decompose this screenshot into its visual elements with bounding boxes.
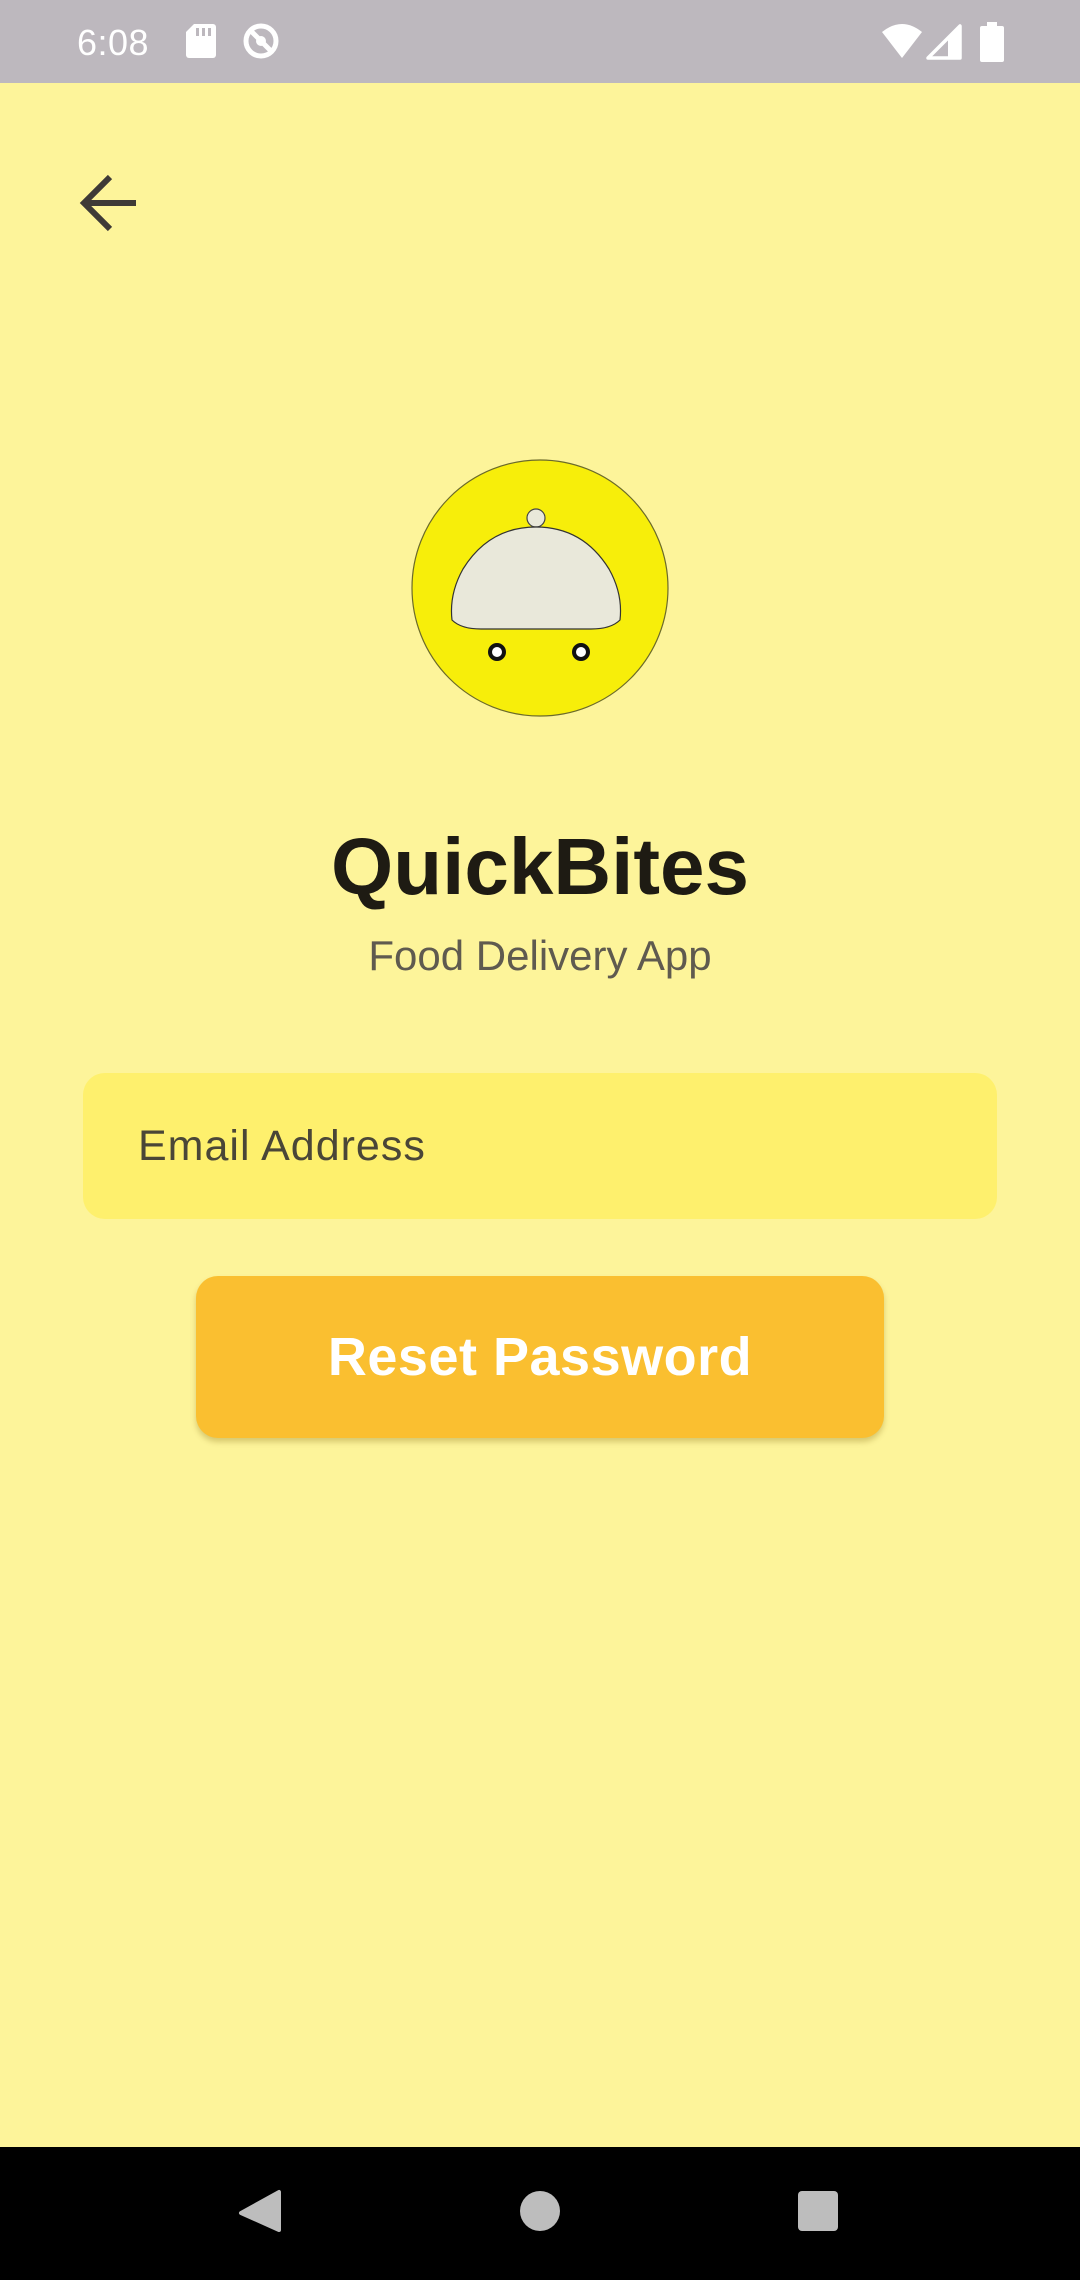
system-nav-bar <box>0 2147 1080 2280</box>
reset-password-label: Reset Password <box>327 1327 753 1387</box>
back-triangle-icon <box>237 2188 283 2239</box>
app-logo <box>411 459 669 717</box>
home-circle-icon <box>519 2190 561 2237</box>
recents-square-icon <box>797 2190 839 2237</box>
back-button[interactable] <box>60 155 160 255</box>
data-saver-icon <box>242 22 280 65</box>
wifi-icon <box>882 24 922 63</box>
status-bar: 6:08 <box>0 0 1080 83</box>
email-placeholder: Email Address <box>138 1121 426 1170</box>
app-subtitle: Food Delivery App <box>368 932 712 979</box>
nav-home-button[interactable] <box>470 2147 610 2280</box>
nav-back-button[interactable] <box>190 2147 330 2280</box>
reset-password-button[interactable]: Reset Password <box>196 1276 884 1438</box>
cell-signal-icon <box>926 24 962 65</box>
status-time: 6:08 <box>77 21 150 63</box>
food-cloche-cart-icon <box>411 459 669 721</box>
arrow-back-icon <box>78 171 142 240</box>
nav-recents-button[interactable] <box>748 2147 888 2280</box>
sd-card-icon <box>186 24 216 63</box>
forgot-password-screen: QuickBites Food Delivery App Email Addre… <box>0 83 1080 2147</box>
app-name: QuickBites <box>331 822 749 911</box>
battery-icon <box>980 22 1004 67</box>
email-field[interactable]: Email Address <box>83 1073 997 1219</box>
